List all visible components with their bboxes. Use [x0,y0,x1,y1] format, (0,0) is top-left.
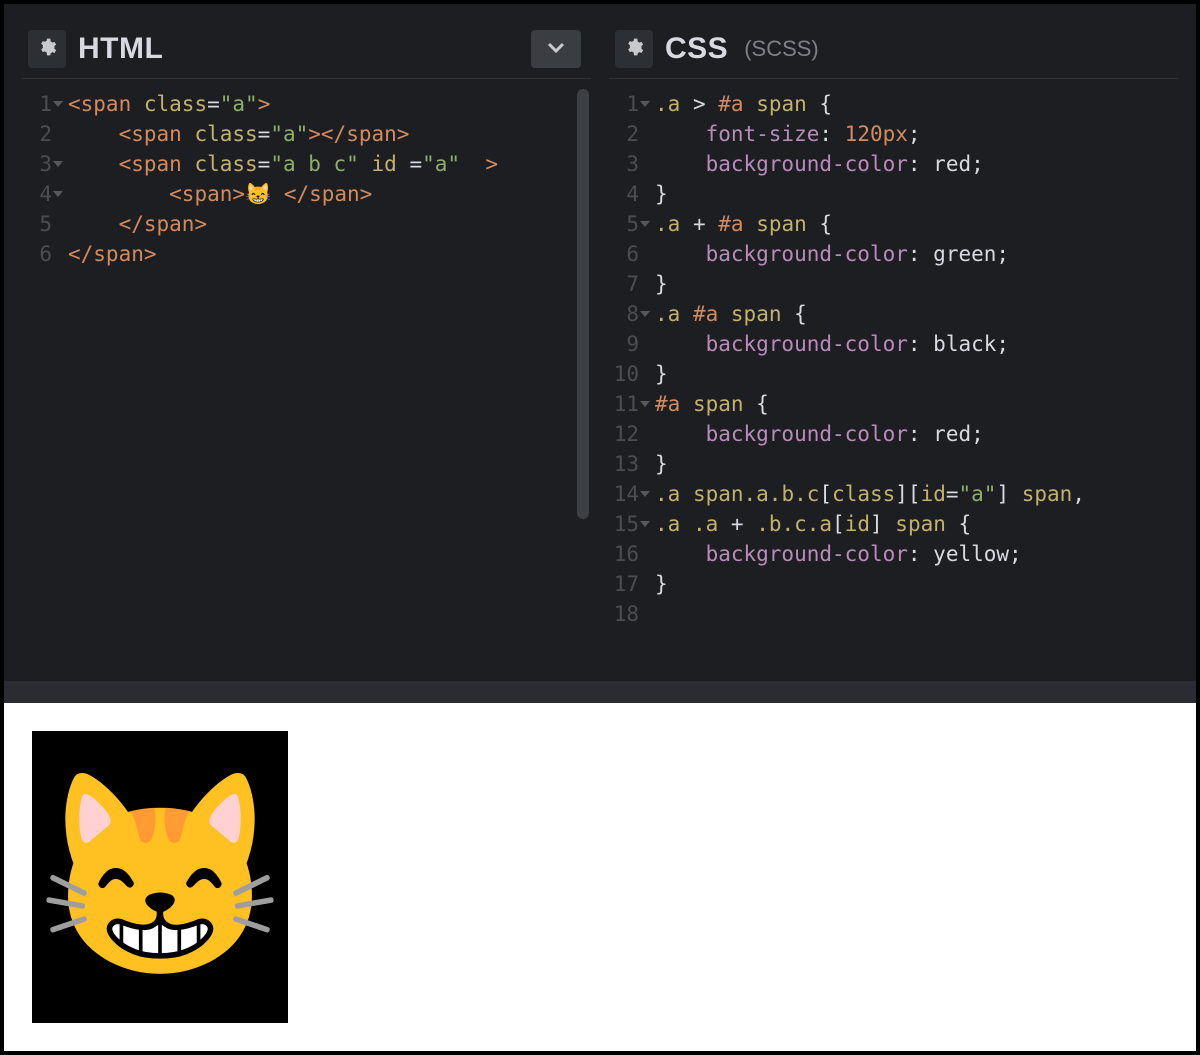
panel-divider[interactable] [4,681,1196,703]
html-code[interactable]: <span class="a"> <span class="a"></span>… [68,89,591,681]
chevron-down-icon [546,40,566,59]
css-code[interactable]: .a > #a span { font-size: 120px; backgro… [655,89,1178,681]
preview-pane: 😸 [4,703,1196,1051]
html-panel: HTML 123456 <span class="a"> <span class… [22,22,591,681]
css-panel: CSS (SCSS) 123456789101112131415161718 .… [609,22,1178,681]
html-panel-header: HTML [22,22,591,79]
settings-button[interactable] [615,30,653,68]
rendered-output: 😸 [32,731,288,1023]
html-gutter: 123456 [22,89,68,681]
app-frame: HTML 123456 <span class="a"> <span class… [0,0,1200,1055]
cat-emoji: 😸 [35,777,284,977]
gear-icon [624,37,644,62]
css-gutter: 123456789101112131415161718 [609,89,655,681]
html-editor[interactable]: 123456 <span class="a"> <span class="a">… [22,79,591,681]
css-panel-subtitle: (SCSS) [744,36,819,62]
css-editor[interactable]: 123456789101112131415161718 .a > #a span… [609,79,1178,681]
scrollbar[interactable] [577,89,589,519]
editors-row: HTML 123456 <span class="a"> <span class… [4,4,1196,681]
css-panel-title: CSS [665,32,728,66]
html-panel-title: HTML [78,32,163,66]
collapse-button[interactable] [531,30,581,68]
settings-button[interactable] [28,30,66,68]
css-panel-header: CSS (SCSS) [609,22,1178,79]
gear-icon [37,37,57,62]
